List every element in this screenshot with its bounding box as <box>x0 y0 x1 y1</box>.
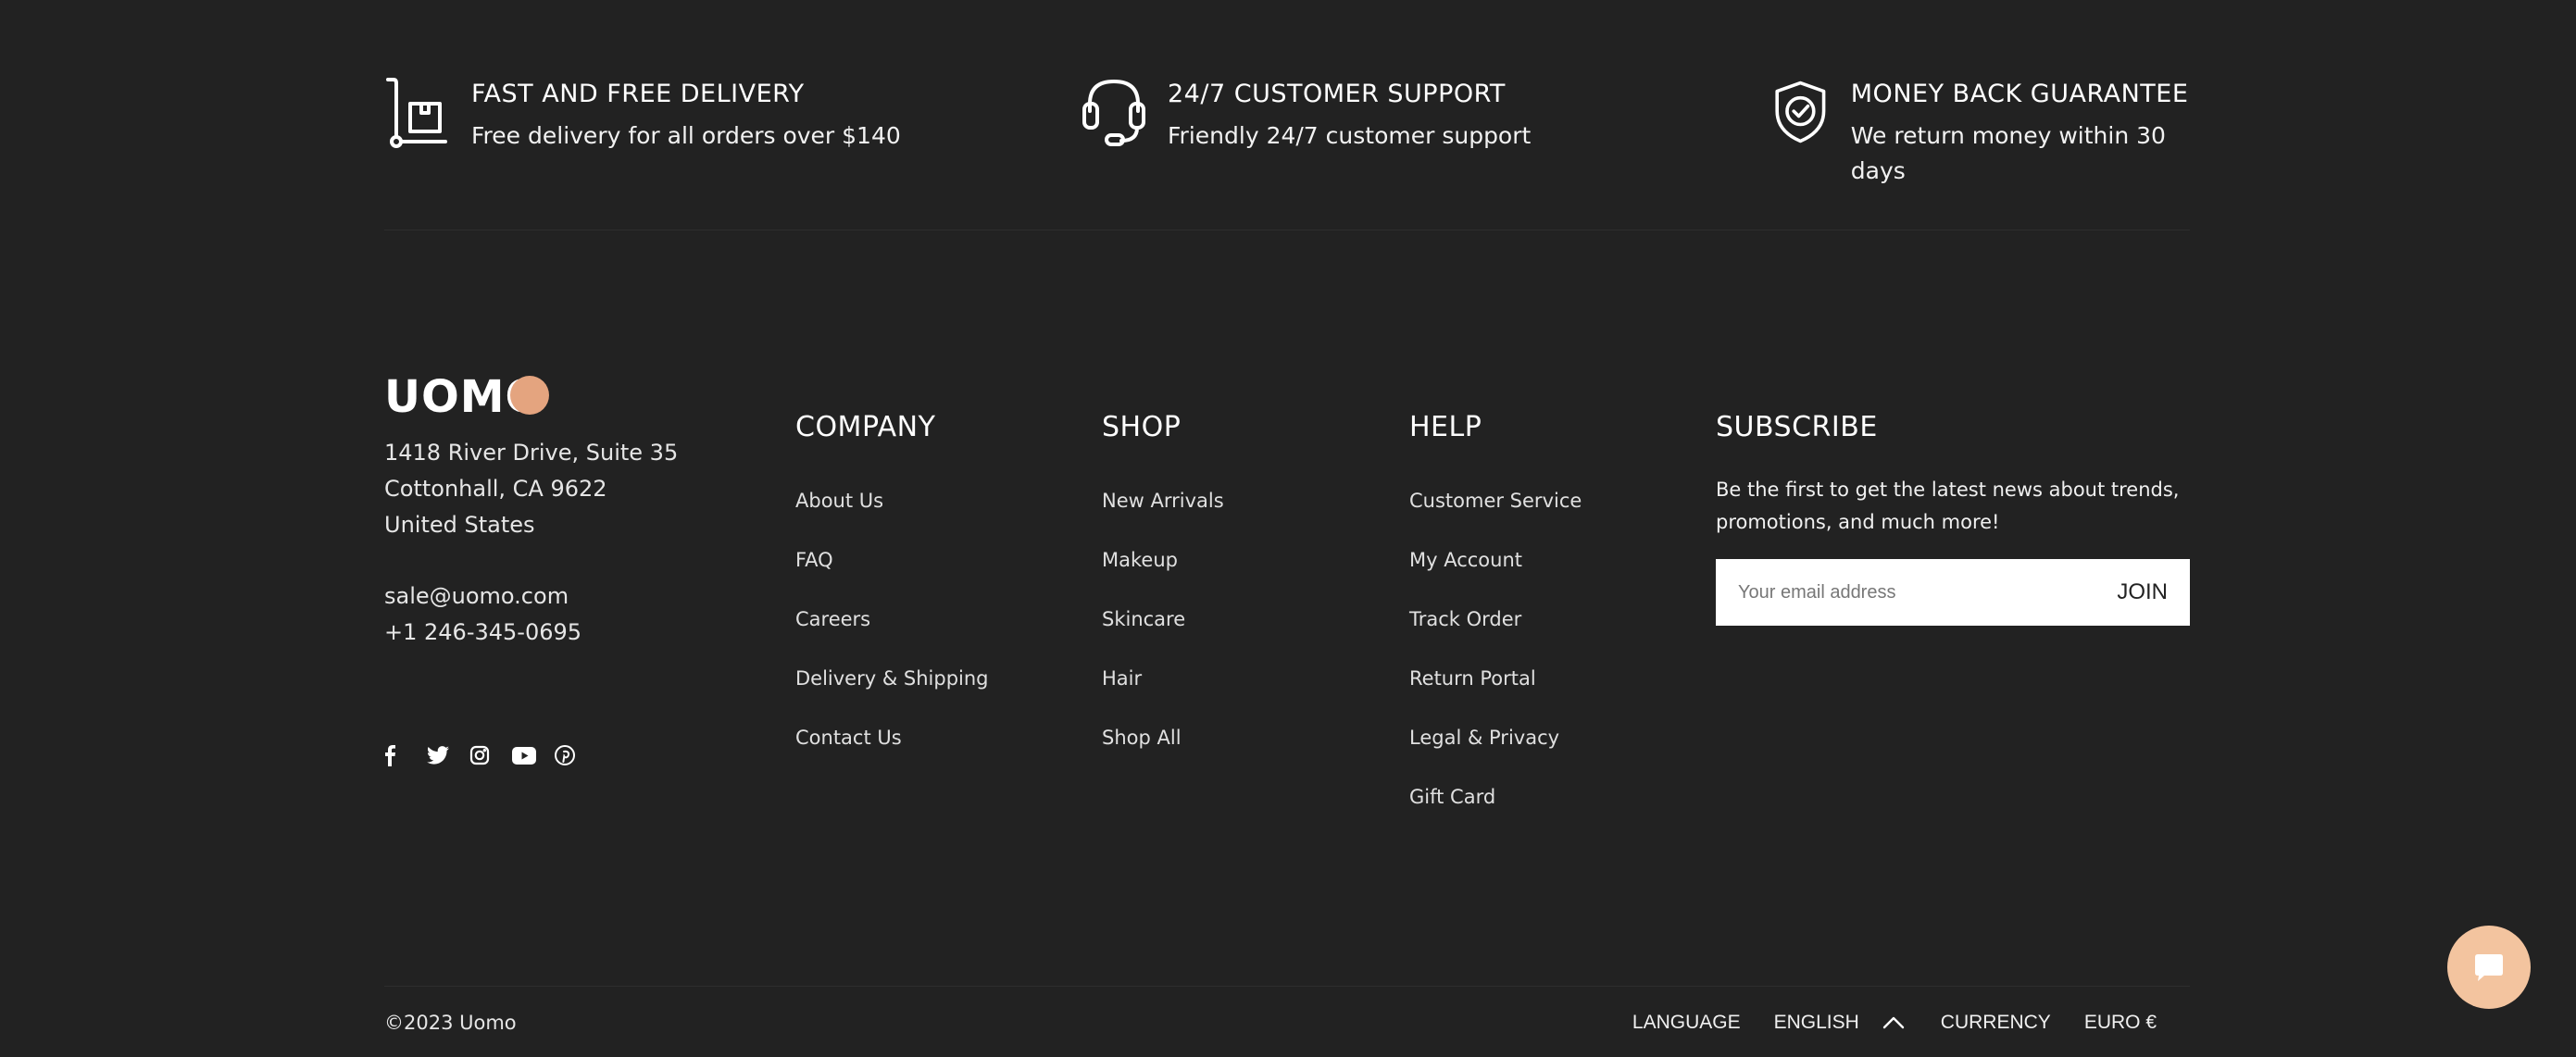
footer-link[interactable]: Track Order <box>1409 605 1582 665</box>
subscribe-section: SUBSCRIBE Be the first to get the latest… <box>1716 407 2190 626</box>
youtube-icon[interactable] <box>512 740 555 770</box>
currency-label: CURRENCY <box>1940 1012 2051 1033</box>
shield-check-icon <box>1775 81 1826 143</box>
language-select[interactable]: ENGLISH <box>1774 1012 1859 1034</box>
copyright: ©2023 Uomo <box>384 1012 517 1034</box>
headset-support-icon <box>1082 80 1145 146</box>
facebook-icon[interactable] <box>384 740 427 770</box>
twitter-icon[interactable] <box>427 740 469 770</box>
footer-link[interactable]: New Arrivals <box>1102 487 1224 546</box>
delivery-cart-icon <box>386 78 447 148</box>
chat-bubble-icon <box>2475 954 2503 981</box>
address-line: 1418 River Drive, Suite 35 <box>384 440 679 466</box>
uomo-logo: UOMO <box>384 373 549 416</box>
instagram-icon[interactable] <box>469 740 512 770</box>
footer-link[interactable]: Gift Card <box>1409 783 1582 842</box>
social-links <box>384 740 597 770</box>
address-line: Cottonhall, CA 9622 <box>384 476 607 502</box>
footer-link[interactable]: Hair <box>1102 665 1224 724</box>
language-label: LANGUAGE <box>1632 1012 1741 1033</box>
divider <box>384 986 2190 987</box>
address-line: United States <box>384 512 535 538</box>
feature-title: FAST AND FREE DELIVERY <box>471 80 805 108</box>
footer-link[interactable]: Contact Us <box>795 724 989 783</box>
help-column: HELP Customer Service My Account Track O… <box>1409 407 1582 842</box>
footer-link[interactable]: About Us <box>795 487 989 546</box>
footer-link[interactable]: Customer Service <box>1409 487 1582 546</box>
brand-logo[interactable]: UOMO <box>384 373 551 416</box>
features-strip: FAST AND FREE DELIVERY Free delivery for… <box>384 76 2190 184</box>
footer-link[interactable]: My Account <box>1409 546 1582 605</box>
footer-link[interactable]: Careers <box>795 605 989 665</box>
store-contact: sale@uomo.com +1 246-345-0695 <box>384 578 581 651</box>
feature-guarantee: MONEY BACK GUARANTEE We return money wit… <box>1770 76 2190 189</box>
footer-link[interactable]: Shop All <box>1102 724 1224 783</box>
feature-title: MONEY BACK GUARANTEE <box>1850 80 2189 108</box>
column-title: SHOP <box>1102 411 1182 443</box>
bottom-bar: ©2023 Uomo LANGUAGE ENGLISH CURRENCY EUR… <box>384 1009 2190 1037</box>
footer-link[interactable]: Legal & Privacy <box>1409 724 1582 783</box>
footer-link[interactable]: Delivery & Shipping <box>795 665 989 724</box>
contact-email[interactable]: sale@uomo.com <box>384 578 581 615</box>
chat-button[interactable] <box>2447 926 2531 1009</box>
subscribe-text: Be the first to get the latest news abou… <box>1716 479 2180 533</box>
feature-delivery: FAST AND FREE DELIVERY Free delivery for… <box>384 76 901 154</box>
pinterest-icon[interactable] <box>555 740 597 770</box>
footer-link[interactable]: Makeup <box>1102 546 1224 605</box>
join-button[interactable]: JOIN <box>2095 559 2190 626</box>
email-input[interactable] <box>1716 559 2095 626</box>
subscribe-form: JOIN <box>1716 559 2190 626</box>
logo-accent-dot <box>510 376 549 415</box>
store-address: 1418 River Drive, Suite 35 Cottonhall, C… <box>384 435 678 543</box>
currency-select[interactable]: EURO € <box>2084 1012 2157 1034</box>
company-column: COMPANY About Us FAQ Careers Delivery & … <box>795 407 989 783</box>
footer-link[interactable]: Return Portal <box>1409 665 1582 724</box>
column-title: COMPANY <box>795 411 936 443</box>
chevron-up-icon[interactable] <box>1882 1015 1906 1030</box>
column-title: HELP <box>1409 411 1482 443</box>
feature-support: 24/7 CUSTOMER SUPPORT Friendly 24/7 cust… <box>1081 76 1531 154</box>
feature-desc: We return money within 30 days <box>1850 122 2166 184</box>
contact-phone[interactable]: +1 246-345-0695 <box>384 615 581 651</box>
footer-link[interactable]: FAQ <box>795 546 989 605</box>
subscribe-title: SUBSCRIBE <box>1716 411 1878 443</box>
feature-title: 24/7 CUSTOMER SUPPORT <box>1168 80 1506 108</box>
shop-column: SHOP New Arrivals Makeup Skincare Hair S… <box>1102 407 1224 783</box>
locale-settings: LANGUAGE ENGLISH CURRENCY EURO € <box>1632 1009 2157 1037</box>
footer-link[interactable]: Skincare <box>1102 605 1224 665</box>
feature-desc: Free delivery for all orders over $140 <box>471 122 901 149</box>
feature-desc: Friendly 24/7 customer support <box>1168 122 1532 149</box>
